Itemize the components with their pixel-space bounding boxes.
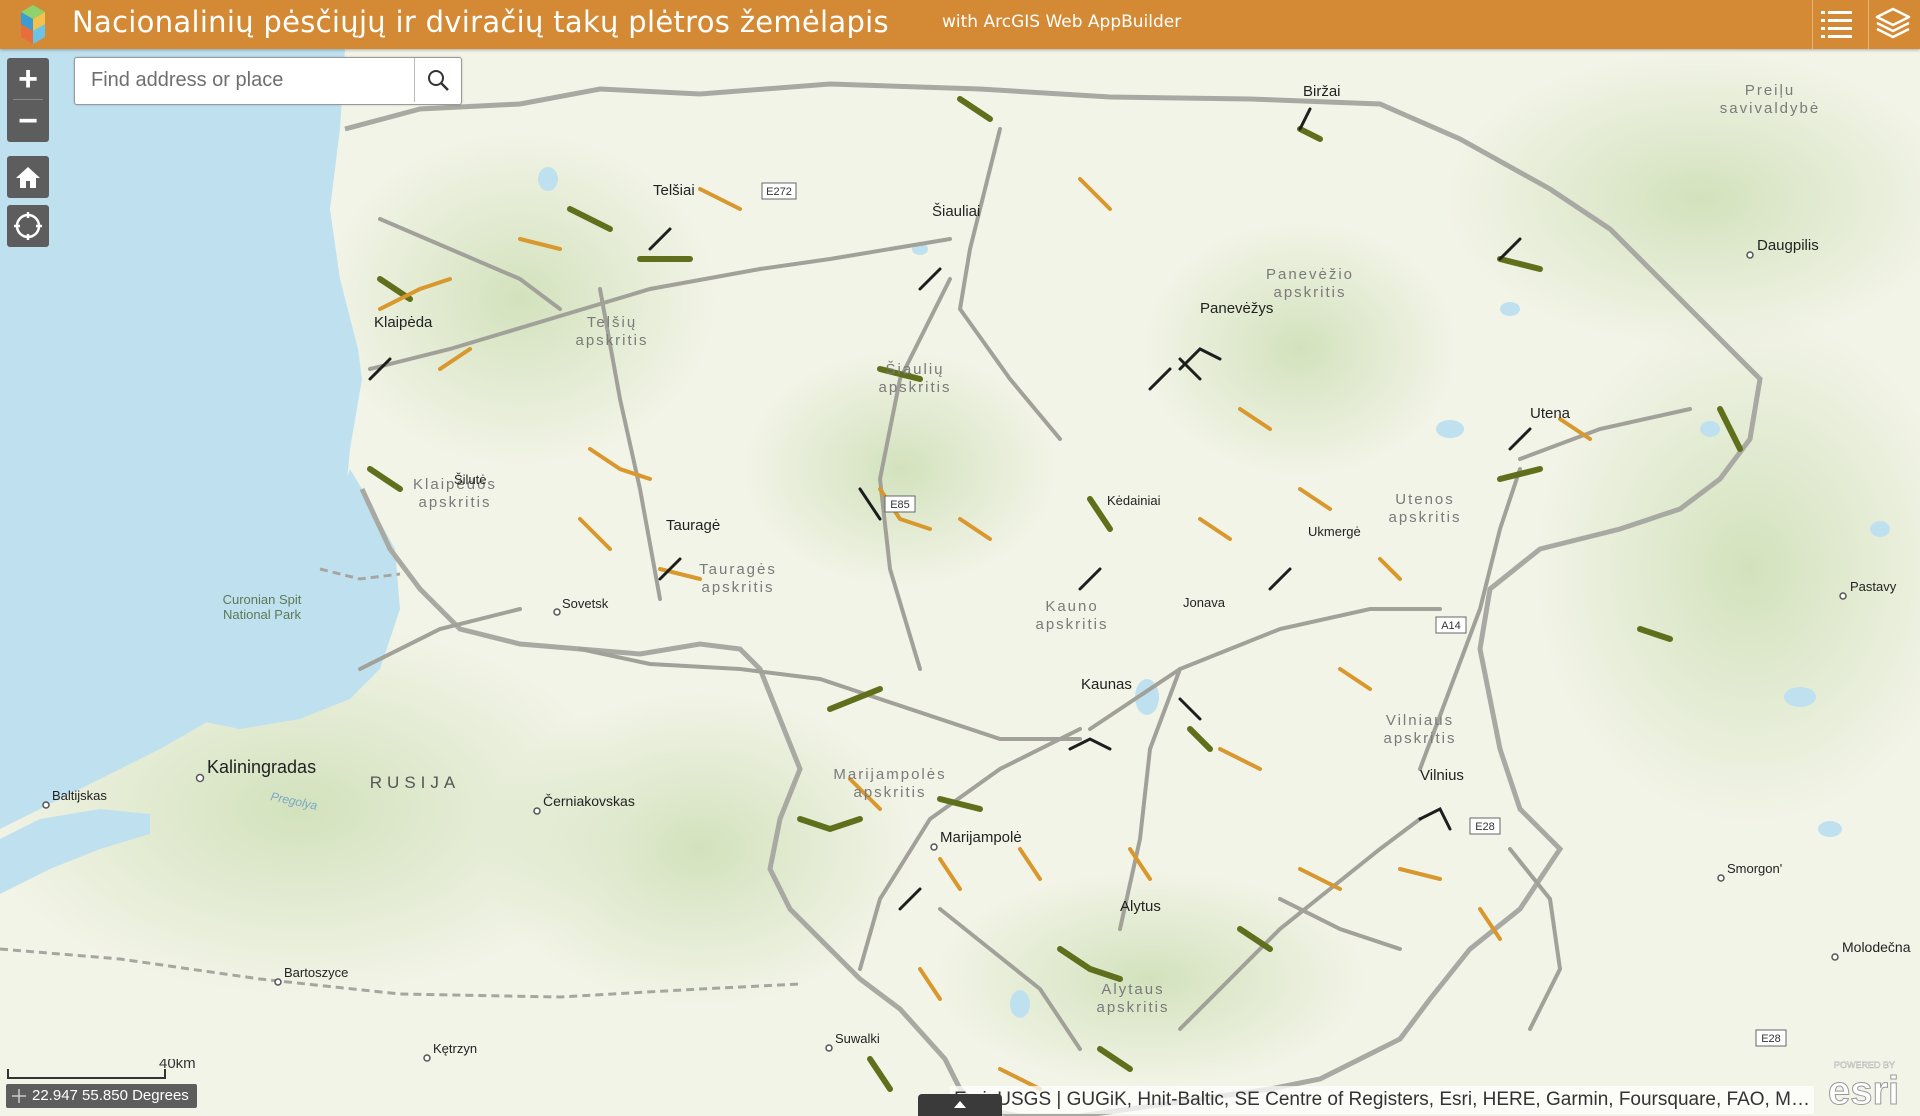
road-shield: E28 [1475, 821, 1495, 833]
arcgis-cubes-logo-icon [10, 2, 56, 46]
road-shield: E28 [1761, 1033, 1781, 1045]
city-label: Ukmergė [1308, 524, 1361, 539]
search-input[interactable] [75, 58, 405, 102]
map-attribution[interactable]: Esri, USGS | GUGiK, Hnit-Baltic, SE Cent… [950, 1086, 1814, 1114]
region-label: Kauno [1045, 598, 1098, 615]
zoom-out-button[interactable]: − [7, 100, 49, 142]
region-label: apskritis [1035, 616, 1108, 633]
city-label: Alytus [1120, 898, 1161, 915]
region-label: apskritis [1273, 284, 1346, 301]
zoom-in-button[interactable]: + [7, 58, 49, 100]
country-label: RUSIJA [370, 773, 460, 792]
city-label: Molodečna [1842, 939, 1911, 955]
city-label: Vilnius [1420, 767, 1464, 784]
city-label: Kaunas [1081, 676, 1132, 693]
coordinate-text: 22.947 55.850 Degrees [32, 1087, 189, 1104]
region-label: savivaldybė [1720, 100, 1820, 117]
region-label: apskritis [1383, 730, 1456, 747]
city-label: Baltijskas [52, 788, 107, 803]
home-icon [16, 167, 40, 188]
map-app: Nacionalinių pėsčiųjų ir dviračių takų p… [0, 0, 1920, 1116]
region-label: Telšių [587, 314, 637, 331]
search-icon [428, 70, 449, 91]
locate-icon [14, 212, 42, 240]
city-label: Marijampolė [940, 829, 1022, 846]
app-subtitle: with ArcGIS Web AppBuilder [942, 12, 1182, 32]
region-label: Utenos [1395, 491, 1455, 508]
region-label: apskritis [1388, 509, 1461, 526]
layers-icon [1875, 7, 1911, 39]
city-label: Pastavy [1850, 579, 1897, 594]
locate-button[interactable] [7, 205, 49, 247]
city-label: Černiakovskas [543, 793, 635, 809]
region-label: apskritis [575, 332, 648, 349]
city-label: Kętrzyn [433, 1041, 477, 1056]
list-icon [1821, 11, 1852, 38]
esri-logo[interactable]: POWERED BY esri [1824, 1054, 1914, 1115]
city-label: Šiauliai [932, 203, 980, 220]
city-label: Kėdainiai [1107, 493, 1161, 508]
city-label: Tauragė [666, 517, 720, 534]
region-label: apskritis [1096, 999, 1169, 1016]
city-label: Jonava [1183, 595, 1226, 610]
zoom-control: + − [7, 58, 49, 142]
city-label: Bartoszyce [284, 965, 348, 980]
road-shield: A14 [1441, 620, 1461, 632]
esri-brand: esri [1828, 1069, 1899, 1110]
search-widget [74, 57, 462, 105]
attribution-toggle[interactable] [918, 1094, 1002, 1116]
region-label: Vilniaus [1386, 712, 1454, 729]
region-label: Preiļu [1745, 82, 1795, 99]
city-label: Suwalki [835, 1031, 880, 1046]
region-label: Šiaulių [885, 361, 944, 378]
road-shield: E85 [890, 499, 910, 511]
app-header: Nacionalinių pėsčiųjų ir dviračių takų p… [0, 0, 1920, 49]
region-label: apskritis [701, 579, 774, 596]
city-label: Klaipėda [374, 314, 433, 331]
region-label: apskritis [418, 494, 491, 511]
legend-list-button[interactable] [1812, 0, 1861, 49]
road-shield: E272 [766, 186, 792, 198]
region-label: Alytaus [1101, 981, 1164, 998]
region-label: Tauragės [699, 561, 777, 578]
region-label: apskritis [878, 379, 951, 396]
scale-label: 40km [159, 1059, 196, 1072]
city-label: Utena [1530, 405, 1571, 422]
region-label: apskritis [853, 784, 926, 801]
map-canvas[interactable]: Telšių apskritis Šiaulių apskritis Panev… [0, 49, 1920, 1116]
chevron-up-icon [954, 1101, 966, 1108]
city-label: Sovetsk [562, 596, 609, 611]
city-label: Kaliningradas [207, 757, 316, 777]
city-label: Panevėžys [1200, 300, 1273, 317]
region-label: Panevėžio [1266, 266, 1354, 283]
app-title: Nacionalinių pėsčiųjų ir dviračių takų p… [72, 5, 889, 39]
city-label: Telšiai [653, 182, 695, 199]
city-label: Smorgon' [1727, 861, 1782, 876]
region-label: Marijampolės [833, 766, 946, 783]
city-label: Daugpilis [1757, 237, 1819, 254]
home-button[interactable] [7, 156, 49, 198]
coordinate-widget[interactable]: 22.947 55.850 Degrees [6, 1084, 197, 1108]
search-button[interactable] [414, 58, 461, 102]
city-label: Biržai [1303, 83, 1341, 100]
park-label: National Park [223, 607, 302, 622]
city-label: Šilutė [454, 472, 487, 487]
crosshair-icon [12, 1089, 26, 1103]
park-label: Curonian Spit [223, 592, 302, 607]
layers-button[interactable] [1868, 0, 1917, 49]
